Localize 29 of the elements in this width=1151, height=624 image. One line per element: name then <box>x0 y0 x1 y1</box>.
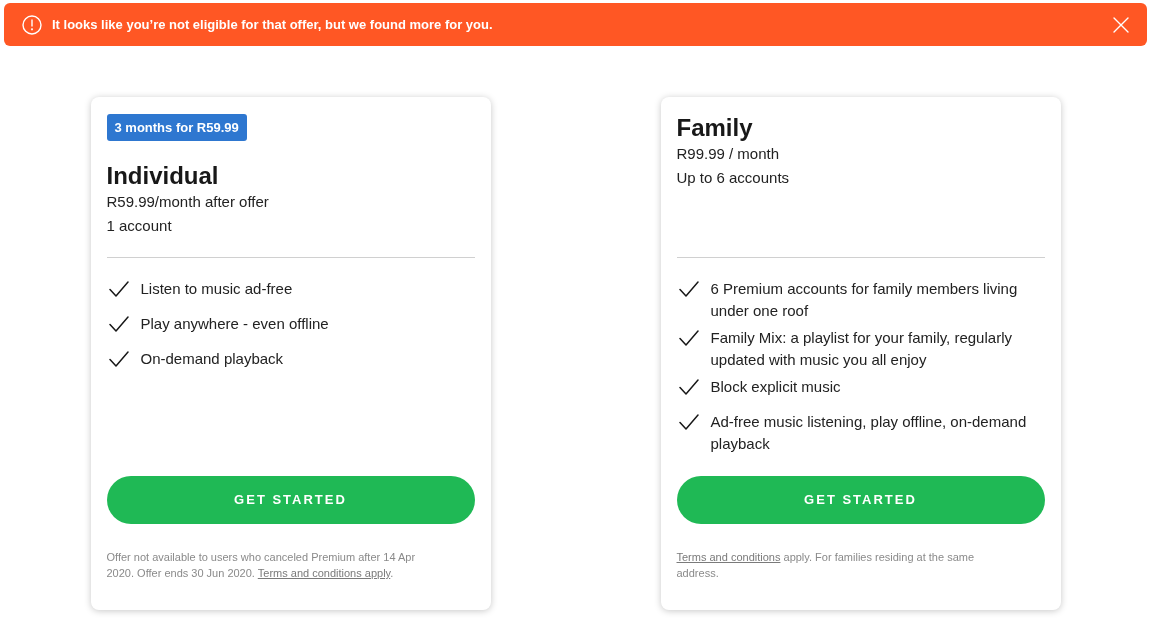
feature-text: Ad-free music listening, play offline, on-demand playback <box>710 412 1028 454</box>
check-icon <box>678 412 699 432</box>
check-icon <box>108 279 129 299</box>
exclamation-circle-icon <box>22 14 42 35</box>
footnote-text: Terms and conditions apply. For families residing at the same address. <box>676 550 976 581</box>
plan-price: R99.99 / month <box>676 144 781 164</box>
get-started-button[interactable]: GET STARTED <box>106 476 475 524</box>
plan-accounts: Up to 6 accounts <box>676 168 791 188</box>
offer-badge: 3 months for R59.99 <box>106 114 247 141</box>
terms-link[interactable]: Terms and conditions <box>676 551 781 563</box>
feature-text: Block explicit music <box>710 377 841 397</box>
footnote-text: Offer not available to users who canceled Premium after 14 Apr 2020. Offer ends 30 Jun 2020. Terms and conditions apply. <box>106 550 417 581</box>
check-icon <box>108 349 129 369</box>
feature-text: Play anywhere - even offline <box>140 314 329 334</box>
feature-text: On-demand playback <box>140 349 284 369</box>
plan-price: R59.99/month after offer <box>106 192 270 212</box>
check-icon <box>678 377 699 397</box>
plan-accounts: 1 account <box>106 216 173 236</box>
feature-text: 6 Premium accounts for family members living under one roof <box>710 279 1019 321</box>
check-icon <box>678 328 699 348</box>
close-icon <box>1113 16 1129 33</box>
check-icon <box>108 314 129 334</box>
alert-message: It looks like you’re not eligible for that offer, but we found more for you. <box>52 15 493 34</box>
get-started-button[interactable]: GET STARTED <box>676 476 1045 524</box>
check-icon <box>678 279 699 299</box>
plan-name: Individual <box>106 162 220 190</box>
plan-name: Family <box>676 114 754 142</box>
feature-text: Listen to music ad-free <box>140 279 293 299</box>
feature-text: Family Mix: a playlist for your family, regularly updated with music you all enjoy <box>710 328 1013 370</box>
